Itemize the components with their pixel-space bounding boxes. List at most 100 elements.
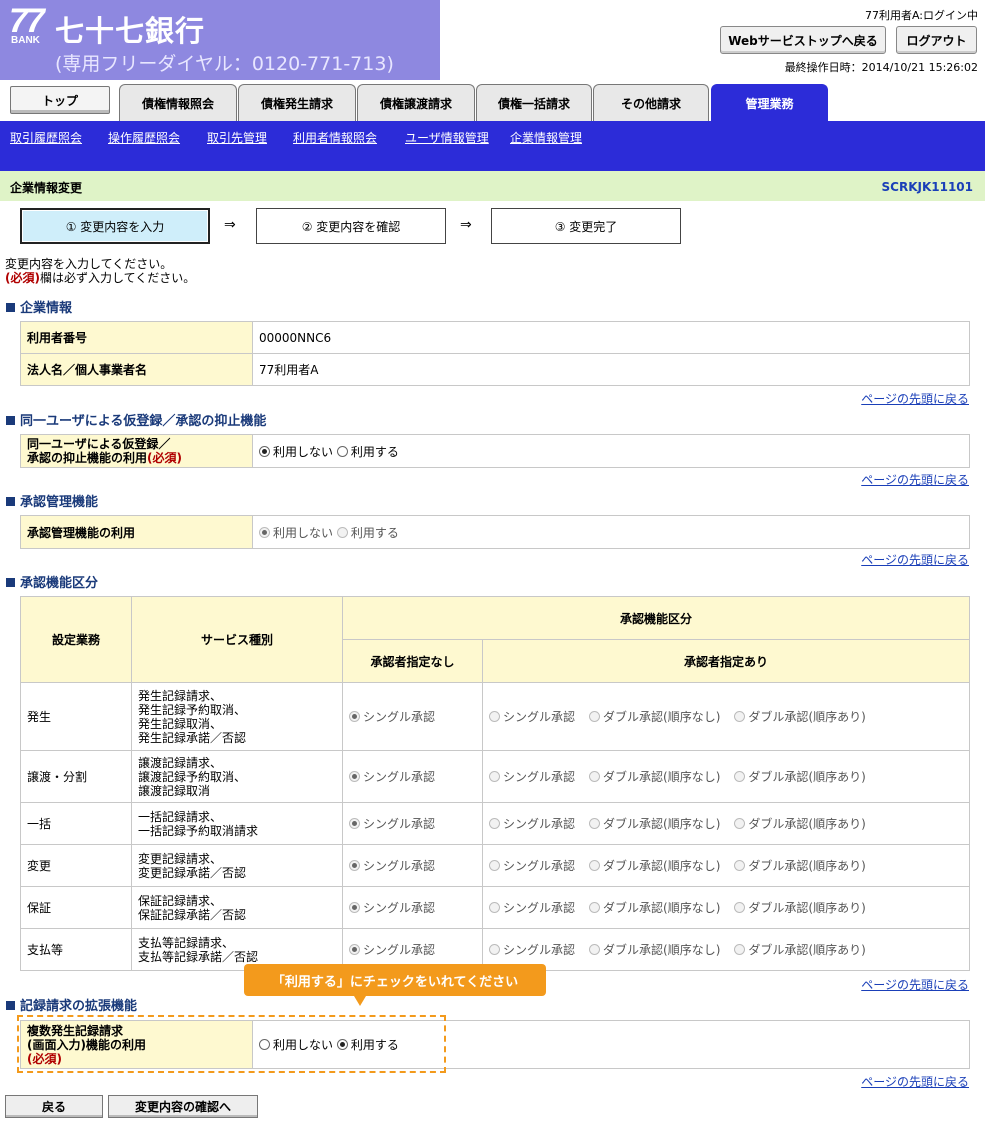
radio-double-unordered: ダブル承認(順序なし) (589, 901, 720, 915)
login-status: 77利用者A:ログイン中 (864, 9, 978, 22)
back-to-top-link[interactable]: ページの先頭に戻る (861, 390, 969, 407)
radio-icon (349, 711, 360, 722)
radio-double-ordered: ダブル承認(順序あり) (734, 710, 866, 724)
col-approval-class: 承認機能区分 (342, 596, 970, 640)
radio-single: シングル承認 (489, 859, 575, 873)
radio-single: シングル承認 (489, 817, 575, 831)
logout-button[interactable]: ログアウト (896, 26, 977, 54)
no-approver-cell: シングル承認 (342, 750, 483, 803)
radio-double-ordered: ダブル承認(順序あり) (734, 901, 866, 915)
suppress-radio-no[interactable]: 利用しない (259, 445, 333, 459)
intro-text: 変更内容を入力してください。 (必須)欄は必ず入力してください。 (5, 257, 195, 285)
option-label: ダブル承認(順序あり) (748, 770, 866, 784)
option-label: 利用しない (273, 525, 334, 540)
radio-icon[interactable] (336, 445, 348, 457)
service-line: 譲渡記録取消 (138, 783, 211, 798)
tab-claim-inquiry[interactable]: 債権情報照会 (119, 84, 237, 121)
tab-claim-bulk[interactable]: 債権一括請求 (476, 84, 592, 121)
service-line: 発生記録請求、 (138, 688, 223, 703)
tab-claim-transfer[interactable]: 債権譲渡請求 (357, 84, 475, 121)
option-label: ダブル承認(順序あり) (748, 817, 866, 831)
intro-line1: 変更内容を入力してください。 (5, 257, 173, 271)
back-to-top-link[interactable]: ページの先頭に戻る (861, 551, 969, 568)
tab-claim-issue[interactable]: 債権発生請求 (238, 84, 356, 121)
business-cell: 一括 (20, 802, 132, 845)
no-approver-cell: シングル承認 (342, 844, 483, 887)
highlight-frame (17, 1015, 446, 1073)
table-row: 変更 変更記録請求、 変更記録承諾／否認 シングル承認 シングル承認 ダブル承認(順序なし… (20, 844, 970, 887)
company-info-table: 利用者番号 00000NNC6 法人名／個人事業者名 77利用者A (20, 321, 970, 386)
service-line: 発生記録予約取消、 (138, 702, 247, 717)
radio-icon (589, 711, 601, 722)
option-label: シングル承認 (503, 901, 576, 915)
square-bullet-icon (6, 1001, 15, 1010)
radio-icon[interactable] (259, 445, 270, 457)
business-cell: 譲渡・分割 (20, 750, 132, 803)
subnav-transaction-history[interactable]: 取引履歴照会 (10, 129, 82, 146)
service-line: 一括記録請求、 (138, 809, 223, 824)
radio-icon (349, 771, 360, 782)
option-label: ダブル承認(順序なし) (603, 770, 721, 784)
approver-cell: シングル承認 ダブル承認(順序なし) ダブル承認(順序あり) (482, 886, 970, 929)
radio-icon (349, 818, 360, 829)
radio-single: シングル承認 (349, 770, 435, 784)
subnav-company-management[interactable]: 企業情報管理 (510, 129, 582, 146)
subnav-user-info-inquiry[interactable]: 利用者情報照会 (293, 129, 377, 146)
section-extension: 記録請求の拡張機能 (6, 995, 137, 1014)
subnav-user-management[interactable]: ユーザ情報管理 (405, 129, 489, 146)
radio-icon (336, 526, 348, 538)
radio-icon (734, 860, 746, 871)
radio-icon (489, 860, 500, 871)
radio-double-unordered: ダブル承認(順序なし) (589, 770, 720, 784)
option-label: シングル承認 (503, 710, 576, 724)
option-label: シングル承認 (363, 770, 436, 784)
service-cell: 譲渡記録請求、 譲渡記録予約取消、 譲渡記録取消 (131, 750, 343, 803)
option-label: ダブル承認(順序あり) (748, 859, 866, 873)
square-bullet-icon (6, 416, 15, 425)
radio-single: シングル承認 (489, 901, 575, 915)
subnav-partner-management[interactable]: 取引先管理 (207, 129, 267, 146)
instruction-callout: 「利用する」にチェックをいれてください (244, 964, 546, 1006)
radio-double-unordered: ダブル承認(順序なし) (589, 817, 720, 831)
tab-other-requests[interactable]: その他請求 (593, 84, 709, 121)
option-label: ダブル承認(順序なし) (603, 817, 721, 831)
approval-radio-no: 利用しない (259, 526, 333, 540)
logo-number: 77 (9, 2, 45, 40)
approval-class-rows: 発生 発生記録請求、 発生記録予約取消、 発生記録取消、 発生記録承諾／否認 シングル承認… (20, 682, 970, 971)
user-no-label: 利用者番号 (20, 321, 253, 354)
service-line: 発生記録承諾／否認 (138, 730, 247, 745)
tab-top[interactable]: トップ (10, 86, 110, 114)
square-bullet-icon (6, 578, 15, 587)
option-label: ダブル承認(順序なし) (603, 710, 721, 724)
logo-bank-text: BANK (11, 35, 40, 46)
back-to-top-link[interactable]: ページの先頭に戻る (861, 1073, 969, 1090)
intro-line2: 欄は必ず入力してください。 (39, 271, 196, 285)
back-to-top-link[interactable]: ページの先頭に戻る (861, 471, 969, 488)
approval-class-table: 設定業務 サービス種別 承認機能区分 承認者指定なし 承認者指定あり 発生 発生記… (20, 596, 970, 971)
radio-single: シングル承認 (349, 710, 435, 724)
radio-icon (489, 818, 500, 829)
option-label: シングル承認 (363, 817, 436, 831)
radio-double-unordered: ダブル承認(順序なし) (589, 710, 720, 724)
back-button[interactable]: 戻る (5, 1095, 103, 1118)
service-line: 変更記録承諾／否認 (138, 865, 247, 880)
bank-name: 七十七銀行 (55, 14, 206, 48)
option-label: シングル承認 (363, 943, 436, 957)
radio-single: シングル承認 (349, 943, 435, 957)
radio-icon (489, 771, 500, 782)
option-label: ダブル承認(順序あり) (748, 901, 866, 915)
table-row: 保証 保証記録請求、 保証記録承諾／否認 シングル承認 シングル承認 ダブル承認(順序なし… (20, 886, 970, 929)
step-arrow: ⇒ (224, 217, 236, 233)
tab-management[interactable]: 管理業務 (711, 84, 828, 121)
web-top-button[interactable]: Webサービストップへ戻る (720, 26, 886, 54)
service-line: 支払等記録承諾／否認 (138, 949, 259, 964)
radio-single: シングル承認 (489, 943, 575, 957)
subnav-operation-history[interactable]: 操作履歴照会 (108, 129, 180, 146)
col-business: 設定業務 (20, 596, 132, 683)
section-title: 企業情報 (20, 301, 73, 316)
confirm-button[interactable]: 変更内容の確認へ (108, 1095, 258, 1118)
back-to-top-link[interactable]: ページの先頭に戻る (861, 976, 969, 993)
suppress-radio-yes[interactable]: 利用する (336, 445, 399, 459)
bank-header: 77 BANK 七十七銀行 (専用フリーダイヤル：0120-771-713) (0, 0, 440, 80)
service-cell: 発生記録請求、 発生記録予約取消、 発生記録取消、 発生記録承諾／否認 (131, 682, 343, 751)
